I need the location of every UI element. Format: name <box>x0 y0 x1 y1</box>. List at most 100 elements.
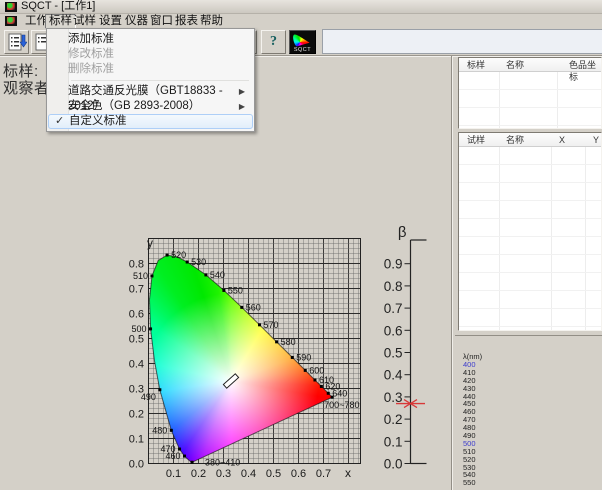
svg-text:570: 570 <box>264 320 279 330</box>
svg-text:x: x <box>345 466 351 480</box>
samples-table-header: 试样 名称 X Y <box>459 133 601 147</box>
svg-text:0.6: 0.6 <box>384 323 403 338</box>
svg-text:0.5: 0.5 <box>384 346 403 361</box>
standards-table[interactable]: 标样名称色品坐标 <box>458 57 602 129</box>
svg-text:620: 620 <box>325 381 340 391</box>
title-bar[interactable]: SQCT - [工作1] <box>0 0 602 14</box>
app-icon <box>5 2 17 12</box>
column-header-2: X <box>559 134 565 146</box>
observer-label: 观察者 <box>3 77 50 98</box>
row-line <box>459 125 601 126</box>
svg-text:470: 470 <box>160 444 175 454</box>
svg-text:0.9: 0.9 <box>384 257 403 272</box>
row-line <box>459 236 601 237</box>
column-header-0: 试样 <box>467 134 485 146</box>
document-icon[interactable] <box>5 16 17 26</box>
cie-horseshoe-fill <box>148 237 362 465</box>
submenu-arrow-icon: ▶ <box>239 99 245 114</box>
row-line <box>459 200 601 201</box>
row-line <box>459 164 601 165</box>
menu-item-5[interactable]: 安全色（GB 2893-2008）▶ <box>48 99 253 114</box>
svg-text:550: 550 <box>228 285 243 295</box>
svg-text:490: 490 <box>141 392 156 402</box>
menu-separator <box>71 80 249 81</box>
panel-divider[interactable] <box>451 56 453 490</box>
svg-text:580: 580 <box>281 337 296 347</box>
column-line <box>499 72 500 129</box>
menubar-item-7[interactable]: 帮助 <box>197 14 226 29</box>
svg-text:0.2: 0.2 <box>129 409 144 421</box>
sqct-chromaticity-icon <box>293 34 312 47</box>
svg-text:0.7: 0.7 <box>129 284 144 296</box>
row-line <box>459 218 601 219</box>
standards-table-header: 标样名称色品坐标 <box>459 58 601 72</box>
wavelength-value-550: 550 <box>463 479 482 487</box>
svg-text:380~410: 380~410 <box>205 457 240 467</box>
svg-text:0.1: 0.1 <box>129 434 144 446</box>
svg-text:β: β <box>398 224 407 241</box>
svg-text:0.5: 0.5 <box>129 334 144 346</box>
samples-table[interactable]: 试样 名称 X Y <box>458 132 602 331</box>
column-line <box>585 147 586 331</box>
svg-text:0.0: 0.0 <box>384 457 403 472</box>
menubar-item-2[interactable]: 试样 <box>70 14 99 29</box>
svg-text:0.3: 0.3 <box>384 390 403 405</box>
svg-text:0.0: 0.0 <box>129 459 144 471</box>
svg-text:520: 520 <box>171 250 186 260</box>
row-line <box>459 290 601 291</box>
row-line <box>459 254 601 255</box>
column-header-1: 名称 <box>506 59 524 71</box>
check-icon: ✓ <box>55 115 64 128</box>
svg-text:0.1: 0.1 <box>166 468 181 480</box>
svg-text:600: 600 <box>309 365 324 375</box>
toolbar-blank-panel <box>322 29 602 54</box>
svg-text:0.1: 0.1 <box>384 434 403 449</box>
submenu-arrow-icon: ▶ <box>239 84 245 99</box>
import-standard-button[interactable] <box>4 30 29 54</box>
menubar-item-3[interactable]: 设置 <box>96 14 125 29</box>
sqct-logo-button[interactable]: SQCT <box>289 30 316 54</box>
row-line <box>459 182 601 183</box>
svg-text:0.4: 0.4 <box>129 359 144 371</box>
sqct-logo-label: SQCT <box>294 47 311 53</box>
wavelength-panel: λ(nm) 4004104204304404504604704804905005… <box>455 335 602 490</box>
svg-text:0.3: 0.3 <box>129 384 144 396</box>
svg-text:0.2: 0.2 <box>191 468 206 480</box>
svg-text:590: 590 <box>296 352 311 362</box>
svg-text:640: 640 <box>332 388 347 398</box>
svg-text:0.8: 0.8 <box>129 259 144 271</box>
row-line <box>459 272 601 273</box>
menu-item-6[interactable]: 自定义标准✓ <box>48 114 253 129</box>
svg-text:480: 480 <box>152 425 167 435</box>
help-button[interactable]: ? <box>261 30 286 54</box>
column-line <box>557 72 558 129</box>
column-line <box>551 147 552 331</box>
row-line <box>459 308 601 309</box>
svg-text:0.2: 0.2 <box>384 412 403 427</box>
menu-item-4[interactable]: 道路交通反光膜（GBT18833 - 2012）▶ <box>48 84 253 99</box>
standards-menu-dropdown: 添加标准修改标准删除标准道路交通反光膜（GBT18833 - 2012）▶安全色… <box>46 28 255 132</box>
column-header-0: 标样 <box>467 59 485 71</box>
samples-table-body <box>459 147 601 331</box>
column-line <box>499 147 500 331</box>
column-header-3: Y <box>593 134 599 146</box>
wavelength-list: λ(nm) 4004104204304404504604704804905005… <box>463 352 482 487</box>
row-line <box>459 107 601 108</box>
svg-text:0.7: 0.7 <box>384 301 403 316</box>
menu-item-1: 修改标准 <box>48 47 253 62</box>
app-window: SQCT - [工作1] 工作标样试样设置仪器窗口报表帮助 <box>0 0 602 490</box>
svg-text:0.7: 0.7 <box>316 468 331 480</box>
list-download-icon <box>7 32 27 52</box>
row-line <box>459 89 601 90</box>
svg-text:510: 510 <box>133 271 148 281</box>
column-header-1: 名称 <box>506 134 524 146</box>
svg-text:540: 540 <box>210 270 225 280</box>
svg-text:0.4: 0.4 <box>241 468 256 480</box>
menu-item-2: 删除标准 <box>48 62 253 77</box>
standards-table-body <box>459 72 601 129</box>
svg-text:530: 530 <box>191 257 206 267</box>
help-question-icon: ? <box>270 34 277 50</box>
svg-text:560: 560 <box>246 302 261 312</box>
menu-item-0[interactable]: 添加标准 <box>48 32 253 47</box>
svg-text:500: 500 <box>132 324 147 334</box>
